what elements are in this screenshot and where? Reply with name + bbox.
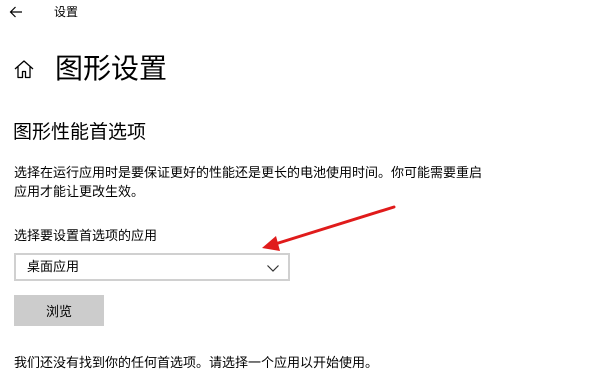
dropdown-selected-value: 桌面应用 xyxy=(27,260,80,275)
app-type-dropdown[interactable]: 桌面应用 xyxy=(14,253,290,281)
title-bar: 设置 xyxy=(0,0,600,24)
home-icon xyxy=(14,60,34,79)
window-title: 设置 xyxy=(54,5,79,19)
annotation-arrow-line xyxy=(270,205,396,247)
section-description: 选择在运行应用时是要保证更好的性能还是更长的电池使用时间。你可能需要重启应用才能… xyxy=(14,166,483,200)
annotation-arrow-head xyxy=(262,236,280,251)
section-title: 图形性能首选项 xyxy=(13,121,147,143)
settings-window: 设置 图形设置 图形性能首选项 选择在运行应用时是要保证更好的性能还是更长的电池… xyxy=(0,0,600,383)
app-selector-label: 选择要设置首选项的应用 xyxy=(14,229,158,244)
status-message: 我们还没有找到你的任何首选项。请选择一个应用以开始使用。 xyxy=(14,356,379,371)
chevron-down-icon xyxy=(267,265,279,272)
home-button[interactable] xyxy=(12,57,36,81)
back-button[interactable] xyxy=(4,0,28,24)
browse-button[interactable]: 浏览 xyxy=(14,295,104,326)
back-arrow-icon xyxy=(9,6,22,18)
page-title: 图形设置 xyxy=(55,52,168,85)
page-header: 图形设置 xyxy=(12,52,167,86)
